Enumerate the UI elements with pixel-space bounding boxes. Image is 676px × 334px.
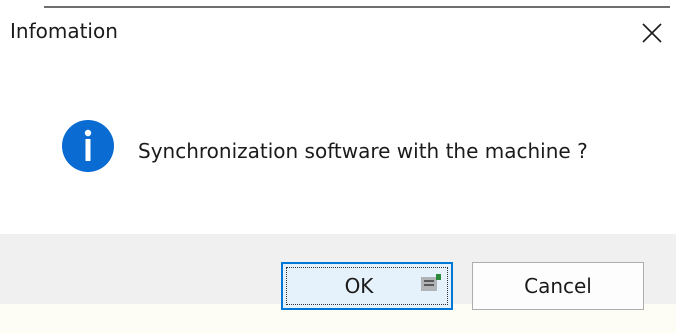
cursor-artifact-icon <box>421 274 441 291</box>
dialog-window: Infomation Synchronization software with… <box>0 0 676 334</box>
close-icon <box>642 23 662 43</box>
window-border-line <box>44 6 670 8</box>
ok-button-label: OK <box>344 274 374 298</box>
dialog-title: Infomation <box>10 19 118 43</box>
dialog-message: Synchronization software with the machin… <box>138 139 588 163</box>
cancel-button-label: Cancel <box>524 274 592 298</box>
cancel-button[interactable]: Cancel <box>472 262 644 310</box>
close-button[interactable] <box>636 17 668 49</box>
ok-button[interactable]: OK <box>281 262 453 310</box>
info-icon <box>62 120 114 172</box>
